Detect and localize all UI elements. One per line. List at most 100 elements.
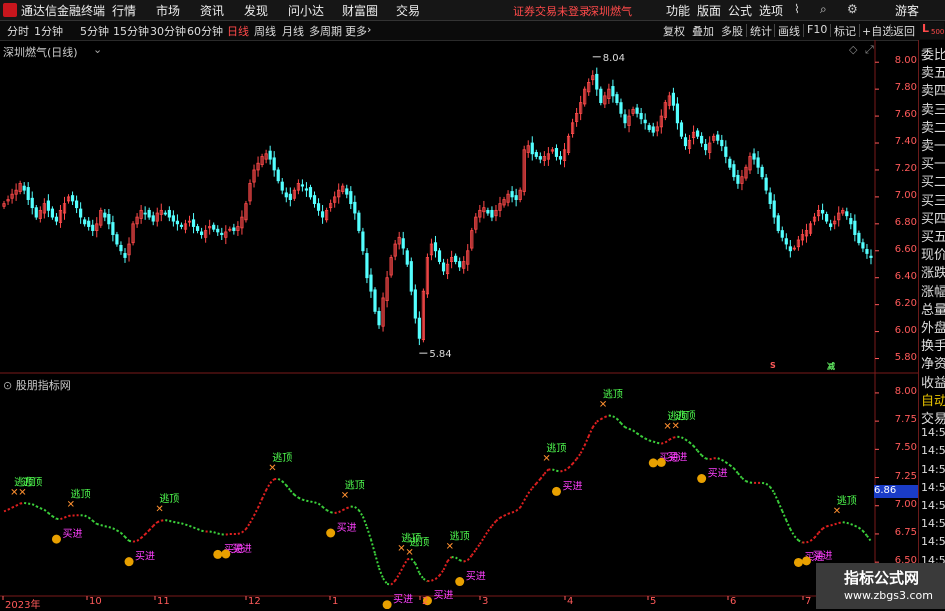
candle-body (777, 216, 779, 231)
price-tick-label: 6.00 (877, 325, 917, 336)
candle-body (458, 262, 460, 267)
sell-marker-icon: ✕ (341, 491, 349, 502)
candle-body (596, 74, 598, 89)
side-panel-label: 自动 (921, 390, 945, 409)
indicator-segment (657, 443, 661, 444)
indicator-segment (742, 478, 746, 481)
indicator-segment (835, 523, 839, 524)
candle-body (192, 220, 194, 227)
indicator-segment (32, 504, 36, 506)
candle-series: 8.045.84 (3, 53, 872, 360)
indicator-segment (589, 427, 593, 436)
indicator-segment (153, 522, 157, 526)
indicator-segment (52, 516, 56, 519)
candle-body (717, 135, 719, 140)
indicator-segment (569, 464, 573, 468)
side-panel-label: 卖五 (921, 62, 945, 81)
expand-icon[interactable]: ⤢ (865, 43, 874, 57)
indicator-segment (286, 485, 290, 490)
candle-body (434, 243, 436, 251)
indicator-segment (681, 437, 685, 439)
indicator-segment (48, 513, 52, 516)
candle-body (781, 231, 783, 238)
indicator-segment (137, 538, 141, 541)
candle-body (402, 239, 404, 248)
candle-body (168, 210, 170, 217)
diamond-icon[interactable]: ◇ (849, 43, 857, 56)
indicator-segment (778, 502, 782, 511)
candle-body (825, 214, 827, 221)
indicator-segment (383, 578, 387, 584)
money-bag-icon (221, 549, 230, 558)
candle-body (346, 189, 348, 194)
indicator-segment (573, 459, 577, 464)
side-panel-label: 14:5 (921, 444, 945, 457)
indicator-segment (169, 521, 173, 522)
indicator-segment (819, 529, 823, 533)
indicator-segment (165, 520, 169, 521)
indicator-segment (516, 508, 520, 511)
candle-body (680, 123, 682, 136)
indicator-segment (734, 468, 738, 473)
main-chart-title: 深圳燃气(日线) (3, 44, 78, 60)
candle-body (789, 247, 791, 251)
s-marker: S (770, 361, 776, 370)
indicator-segment (145, 530, 149, 534)
candle-body (406, 251, 408, 264)
indicator-segment (323, 507, 327, 510)
indicator-segment (173, 522, 177, 523)
indicator-segment (359, 510, 363, 516)
price-tick-label: 6.20 (877, 298, 917, 309)
indicator-segment (218, 533, 222, 534)
indicator-segment (97, 524, 101, 525)
sell-marker-icon: ✕ (18, 488, 26, 499)
candle-body (51, 209, 53, 217)
candle-body (112, 222, 114, 234)
price-tick-label: 7.40 (877, 136, 917, 147)
candle-body (370, 275, 372, 291)
indicator-segment (556, 471, 560, 472)
indicator-segment (266, 483, 270, 490)
candle-body (600, 89, 602, 102)
indicator-segment (371, 540, 375, 554)
candle-body (829, 224, 831, 227)
indicator-segment (855, 526, 859, 528)
indicator-segment (847, 523, 851, 524)
indicator-segment (310, 502, 314, 503)
buy-signal-label: 买进 (433, 590, 453, 602)
indicator-segment (335, 512, 339, 513)
candle-body (733, 165, 735, 177)
candle-body (640, 113, 642, 118)
chevron-down-icon[interactable]: ⌄ (93, 43, 102, 56)
indicator-tick-label: 6.75 (877, 527, 917, 538)
candle-body (648, 126, 650, 130)
indicator-segment (653, 442, 657, 443)
candle-body (531, 143, 533, 154)
indicator-segment (669, 438, 673, 440)
indicator-segment (375, 554, 379, 569)
indicator-segment (609, 415, 613, 416)
indicator-segment (560, 471, 564, 472)
indicator-segment (472, 550, 476, 556)
buy-signal-label: 买进 (135, 551, 155, 563)
candle-body (410, 262, 412, 292)
candle-body (273, 158, 275, 170)
candle-body (75, 201, 77, 208)
candle-body (289, 194, 291, 199)
x-tick-label: 4 (567, 596, 573, 607)
indicator-segment (181, 523, 185, 524)
chart-area[interactable]: 8.045.84 逃顶✕逃顶✕买进逃顶✕买进逃顶✕买进买进逃顶✕买进逃顶✕买进逃… (0, 0, 945, 609)
side-panel-label: 14:5 (921, 463, 945, 476)
indicator-segment (839, 522, 843, 523)
indicator-segment (520, 500, 524, 507)
buy-signal-label: 买进 (562, 480, 582, 492)
money-bag-icon (455, 577, 464, 586)
indicator-segment (431, 579, 435, 581)
candle-body (31, 198, 33, 207)
candle-body (753, 154, 755, 159)
indicator-segment (85, 516, 89, 518)
indicator-segment (552, 469, 556, 470)
indicator-segment (210, 532, 214, 533)
side-panel-label: 总量 (921, 299, 945, 318)
candle-body (721, 140, 723, 145)
